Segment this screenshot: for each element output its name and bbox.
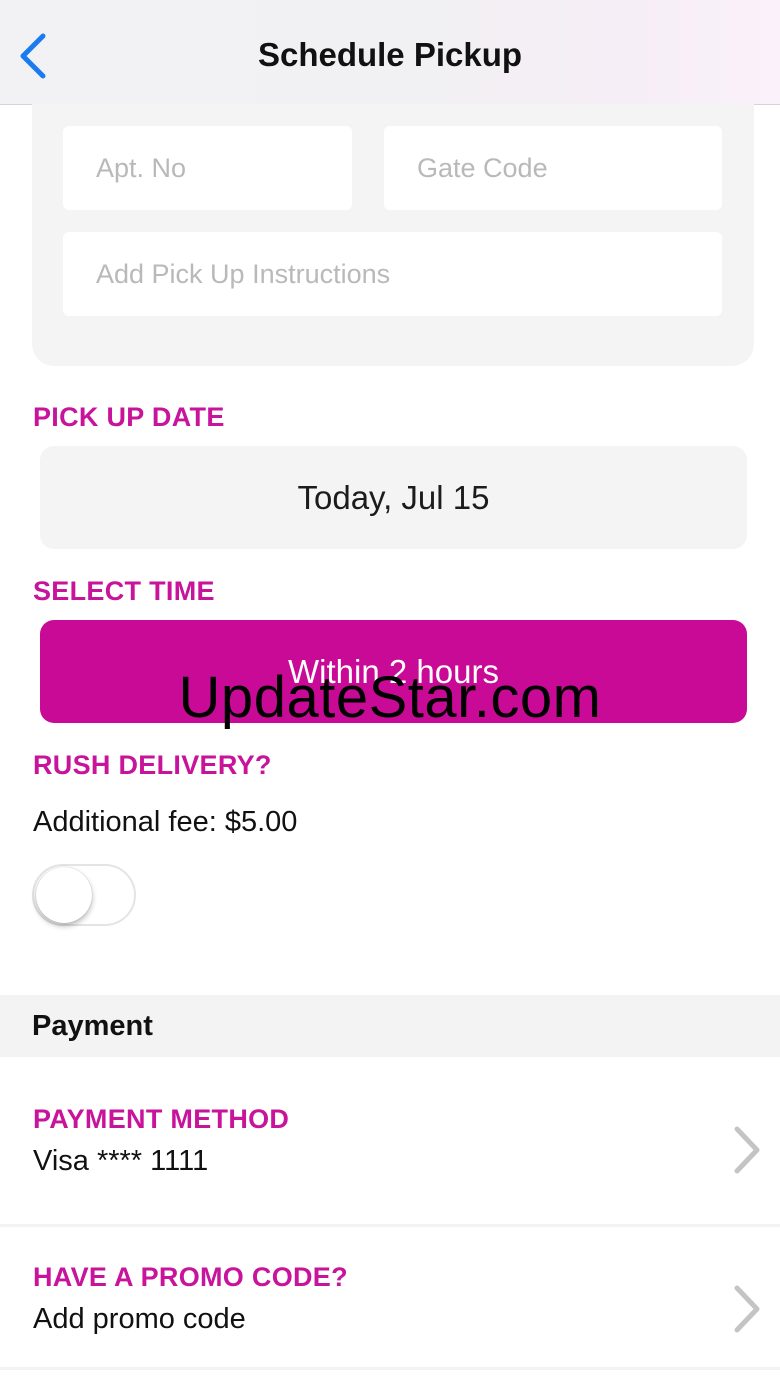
- select-time-button[interactable]: Within 2 hours: [40, 620, 747, 723]
- rush-delivery-label: RUSH DELIVERY?: [33, 750, 272, 780]
- payment-method-label: PAYMENT METHOD: [33, 1104, 290, 1134]
- payment-section-title: Payment: [32, 1009, 153, 1042]
- gate-code-placeholder: Gate Code: [417, 152, 548, 183]
- pickup-date-value: Today, Jul 15: [297, 478, 490, 516]
- gate-code-input[interactable]: Gate Code: [384, 126, 722, 210]
- toggle-knob: [36, 867, 92, 923]
- rush-delivery-toggle[interactable]: [32, 864, 136, 926]
- select-time-label: SELECT TIME: [33, 576, 215, 606]
- pickup-instructions-placeholder: Add Pick Up Instructions: [96, 258, 391, 289]
- chevron-right-icon: [734, 1285, 760, 1333]
- promo-code-row[interactable]: HAVE A PROMO CODE? Add promo code: [0, 1227, 780, 1367]
- row-separator: [0, 1367, 780, 1370]
- page-title: Schedule Pickup: [257, 36, 523, 73]
- pickup-date-selector[interactable]: Today, Jul 15: [40, 446, 747, 549]
- chevron-right-icon: [734, 1126, 760, 1174]
- navigation-bar: Schedule Pickup: [0, 0, 780, 105]
- pickup-instructions-input[interactable]: Add Pick Up Instructions: [63, 232, 722, 316]
- payment-method-row[interactable]: PAYMENT METHOD Visa **** 1111: [0, 1057, 780, 1223]
- payment-section-header: Payment: [0, 995, 780, 1057]
- apt-number-placeholder: Apt. No: [96, 152, 187, 183]
- pickup-date-label: PICK UP DATE: [33, 402, 225, 432]
- rush-fee-text: Additional fee: $5.00: [33, 806, 298, 838]
- select-time-value: Within 2 hours: [288, 652, 499, 690]
- payment-method-value: Visa **** 1111: [33, 1145, 209, 1177]
- promo-code-value: Add promo code: [33, 1303, 246, 1335]
- address-details-card: Apt. No Gate Code Add Pick Up Instructio…: [32, 104, 754, 366]
- promo-code-label: HAVE A PROMO CODE?: [33, 1262, 348, 1292]
- apt-number-input[interactable]: Apt. No: [63, 126, 352, 210]
